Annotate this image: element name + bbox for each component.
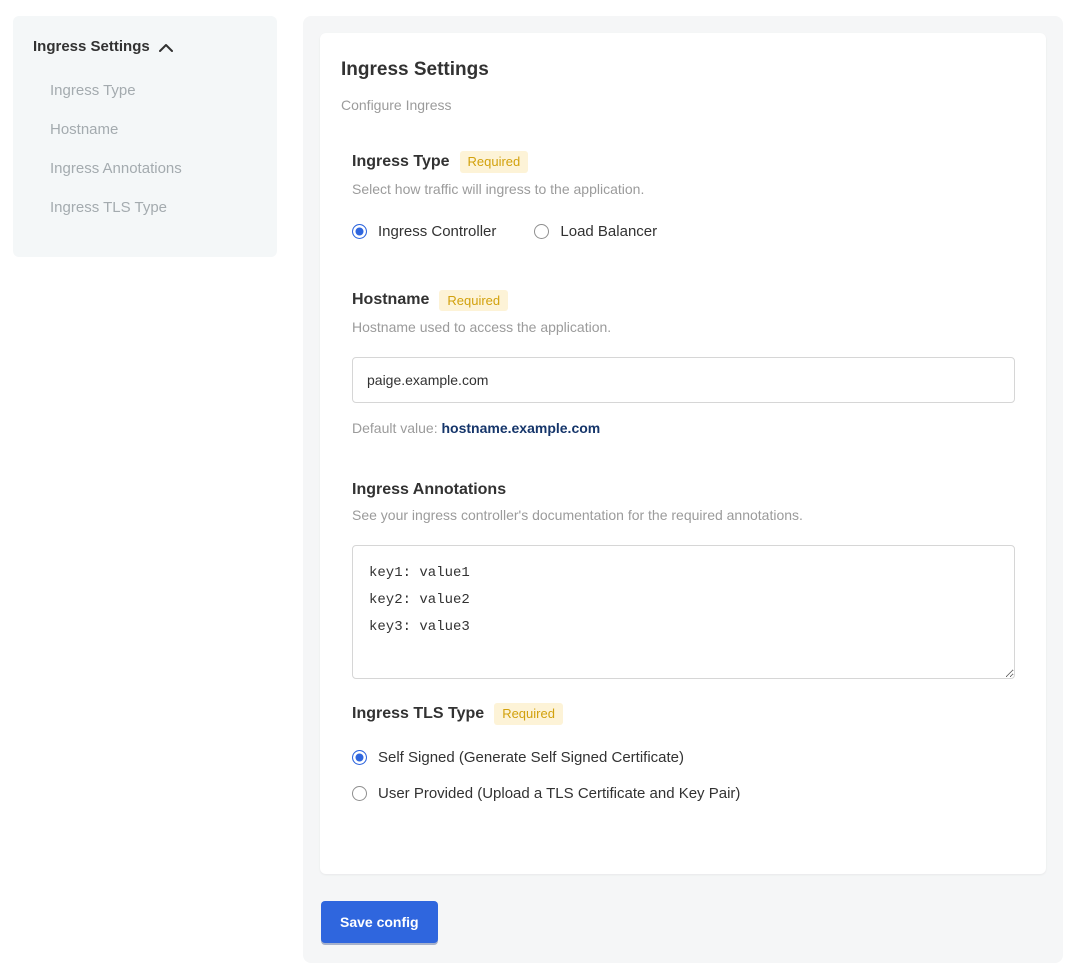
radio-label: Self Signed (Generate Self Signed Certif… [378,749,684,766]
section-ingress-annotations: Ingress Annotations See your ingress con… [352,481,1015,679]
sidebar-item-ingress-type[interactable]: Ingress Type [50,71,257,110]
section-title-ingress-annotations: Ingress Annotations [352,481,506,499]
default-value-text: hostname.example.com [442,420,601,436]
section-help-hostname: Hostname used to access the application. [352,319,1015,335]
section-help-ingress-type: Select how traffic will ingress to the a… [352,181,1015,197]
radio-selected-icon [352,224,367,239]
config-card: Ingress Settings Configure Ingress Ingre… [320,33,1046,874]
radio-selected-icon [352,750,367,765]
ingress-annotations-textarea[interactable]: key1: value1 key2: value2 key3: value3 [352,545,1015,679]
chevron-up-icon [159,43,173,52]
section-help-ingress-annotations: See your ingress controller's documentat… [352,507,1015,523]
page: Ingress Settings Ingress Type Hostname I… [0,0,1090,969]
radio-user-provided[interactable]: User Provided (Upload a TLS Certificate … [352,785,1015,802]
ingress-type-radio-group: Ingress Controller Load Balancer [352,223,1015,240]
section-title-hostname: Hostname [352,291,429,309]
sidebar-group-title: Ingress Settings [33,38,150,55]
default-value-label: Default value: [352,420,438,436]
radio-label: User Provided (Upload a TLS Certificate … [378,785,740,802]
sidebar-group-ingress-settings[interactable]: Ingress Settings [33,38,257,55]
sidebar-item-ingress-annotations[interactable]: Ingress Annotations [50,149,257,188]
section-title-ingress-tls-type: Ingress TLS Type [352,705,484,723]
radio-unselected-icon [352,786,367,801]
section-ingress-tls-type: Ingress TLS Type Required Self Signed (G… [352,703,1015,802]
sidebar-item-ingress-tls-type[interactable]: Ingress TLS Type [50,188,257,227]
config-main-panel: Ingress Settings Configure Ingress Ingre… [303,16,1063,963]
radio-label: Ingress Controller [378,223,496,240]
sidebar-item-list: Ingress Type Hostname Ingress Annotation… [33,71,257,227]
config-nav-sidebar: Ingress Settings Ingress Type Hostname I… [13,16,277,257]
radio-self-signed[interactable]: Self Signed (Generate Self Signed Certif… [352,749,1015,766]
required-badge: Required [439,290,508,312]
section-title-ingress-type: Ingress Type [352,153,450,171]
hostname-input[interactable] [352,357,1015,403]
radio-label: Load Balancer [560,223,657,240]
radio-load-balancer[interactable]: Load Balancer [534,223,657,240]
section-ingress-type: Ingress Type Required Select how traffic… [352,151,1015,240]
hostname-default-line: Default value: hostname.example.com [352,420,1015,436]
card-title: Ingress Settings [341,59,1015,81]
sidebar-item-hostname[interactable]: Hostname [50,110,257,149]
save-config-button[interactable]: Save config [321,901,438,943]
required-badge: Required [494,703,563,725]
radio-ingress-controller[interactable]: Ingress Controller [352,223,496,240]
required-badge: Required [460,151,529,173]
tls-type-radio-group: Self Signed (Generate Self Signed Certif… [352,749,1015,802]
section-hostname: Hostname Required Hostname used to acces… [352,290,1015,437]
radio-unselected-icon [534,224,549,239]
card-subtitle: Configure Ingress [341,97,1015,113]
